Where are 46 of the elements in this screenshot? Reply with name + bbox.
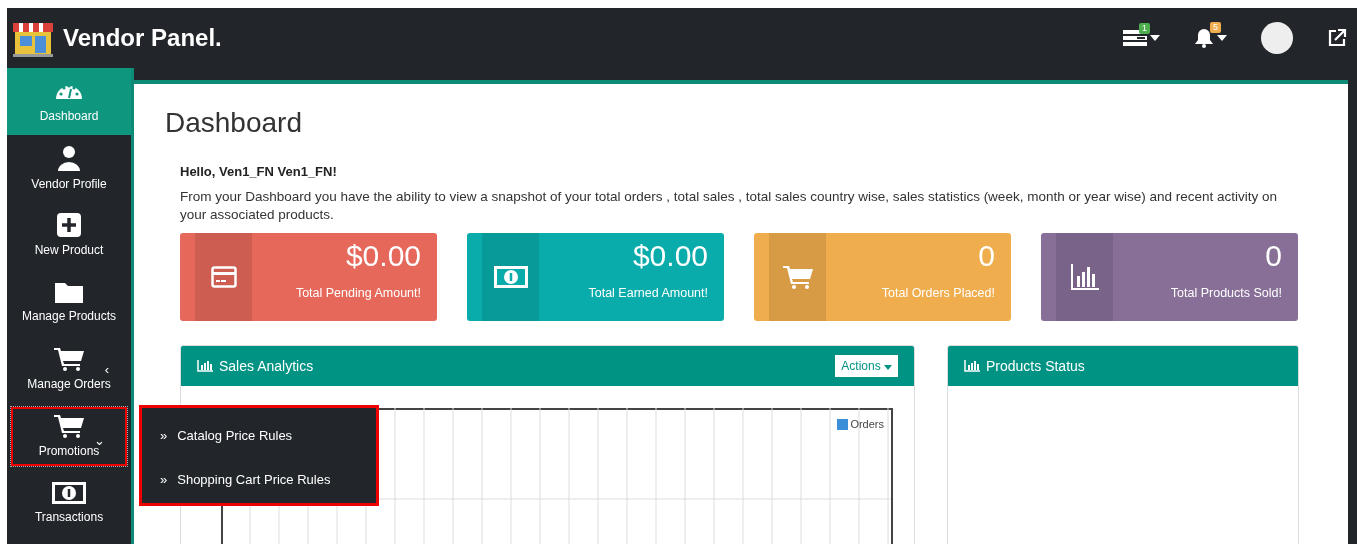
sidebar-item[interactable]: Manage Products — [7, 269, 131, 336]
user-avatar[interactable] — [1261, 22, 1293, 54]
caret-icon[interactable] — [1150, 35, 1160, 41]
bar-chart-icon — [964, 360, 980, 373]
submenu-item[interactable]: » Catalog Price Rules — [142, 414, 376, 458]
intro-text: From your Dashboard you have the ability to view a snapshot of your total orders , total sales , total sales country wise, sales statistics (week, month or year wise) and recent activity on your associated products. — [180, 187, 1278, 225]
tasks-icon[interactable] — [1123, 29, 1147, 47]
cart-icon — [782, 265, 813, 290]
bar-chart-icon — [197, 360, 213, 373]
stat-label: Total Earned Amount! — [587, 285, 708, 303]
legend-swatch — [837, 419, 849, 431]
panel-title: Products Status — [986, 356, 1085, 376]
submenu-item[interactable]: » Shopping Cart Price Rules — [142, 458, 376, 502]
sidebar-item[interactable]: Dashboard — [7, 68, 131, 135]
sidebar-item[interactable]: Manage Orders ‹ — [7, 336, 131, 403]
chart-legend: Orders — [837, 416, 884, 433]
external-link-icon[interactable] — [1327, 28, 1347, 48]
folder-icon — [55, 280, 83, 303]
cart-icon — [54, 346, 84, 371]
plus-icon — [57, 212, 81, 237]
brand-title: Vendor Panel. — [63, 23, 222, 53]
stat-label: Total Orders Placed! — [880, 285, 995, 303]
actions-button[interactable]: Actions — [835, 355, 898, 378]
panel-title: Sales Analytics — [219, 356, 314, 376]
bell-icon[interactable] — [1194, 28, 1214, 48]
stat-value: $0.00 — [344, 239, 421, 273]
stat-value: 0 — [1264, 239, 1282, 273]
user-icon — [57, 144, 81, 171]
sidebar-item[interactable]: New Product — [7, 202, 131, 269]
caret-icon[interactable] — [1217, 35, 1227, 41]
stat-value: 0 — [977, 239, 995, 273]
stat-label: Total Products Sold! — [1169, 285, 1282, 303]
notification-badge: 1 — [1139, 23, 1150, 34]
notification-badge: 5 — [1210, 22, 1221, 33]
greeting: Hello, Ven1_FN Ven1_FN! — [180, 163, 338, 181]
sidebar-item[interactable]: Transactions — [7, 470, 131, 537]
stat-value: $0.00 — [631, 239, 708, 273]
caret-icon: ‹ — [104, 360, 109, 380]
banknote-icon — [493, 266, 528, 289]
sidebar-item[interactable]: Vendor Profile — [7, 135, 131, 202]
cart-icon — [54, 413, 84, 438]
page-title: Dashboard — [165, 106, 303, 140]
credit-card-icon — [210, 266, 237, 289]
banknote-icon — [52, 481, 86, 504]
bar-chart-icon — [1070, 264, 1099, 291]
stat-label: Total Pending Amount! — [294, 285, 421, 303]
